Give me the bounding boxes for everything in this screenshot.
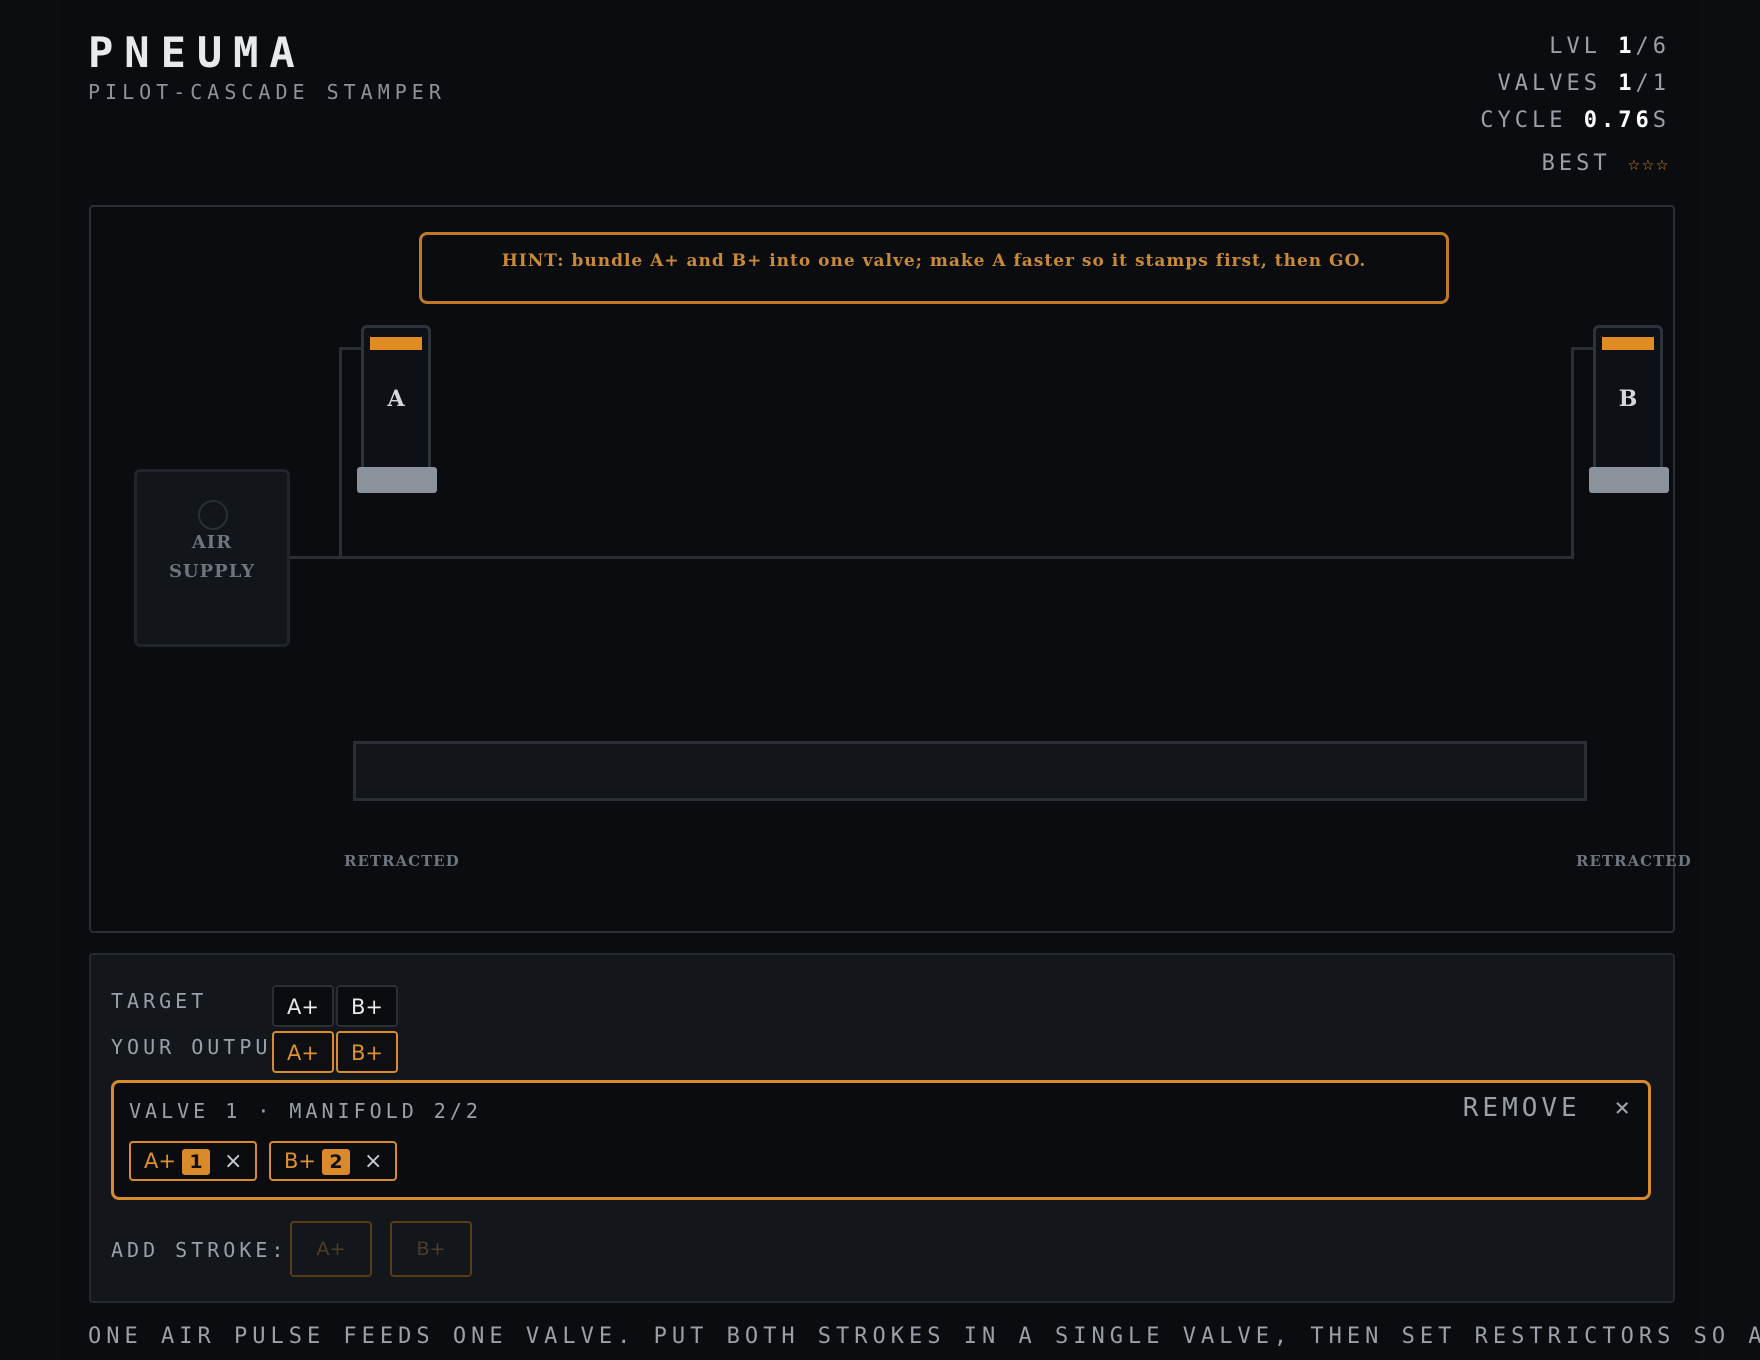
air-supply-line-2: SUPPLY [168, 561, 256, 582]
valves-stat: VALVES 1/1 [1480, 65, 1670, 102]
instructions-text: ONE AIR PULSE FEEDS ONE VALVE. PUT BOTH … [88, 1324, 1760, 1349]
cylinder-b-state: RETRACTED [1576, 852, 1692, 870]
stroke-label: A+ [144, 1149, 176, 1173]
close-icon: × [1614, 1093, 1634, 1123]
level-stat: LVL 1/6 [1480, 28, 1670, 65]
pipe-b-vertical [1571, 347, 1574, 559]
add-stroke-button[interactable]: B+ [390, 1221, 472, 1277]
cycle-stat: CYCLE 0.76S [1480, 102, 1670, 139]
best-label: BEST [1541, 151, 1611, 176]
air-supply-label: AIR SUPPLY [137, 528, 287, 586]
add-stroke-label: ADD STROKE: [111, 1238, 288, 1262]
restrictor-badge[interactable]: 2 [322, 1149, 351, 1175]
pressure-gauge-icon [198, 500, 228, 530]
valve-title: VALVE 1 · MANIFOLD 2/2 [129, 1099, 482, 1123]
stroke-pill[interactable]: B+ 2 × [269, 1141, 397, 1181]
cylinder-a[interactable]: A [361, 325, 431, 473]
valves-total: /1 [1635, 71, 1670, 96]
stroke-label: B+ [284, 1149, 317, 1173]
target-label: TARGET [111, 989, 208, 1013]
remove-valve-label: REMOVE [1462, 1093, 1581, 1123]
control-panel: TARGET A+ B+ YOUR OUTPUT A+ B+ VALVE 1 ·… [89, 953, 1675, 1303]
level-label: LVL [1549, 34, 1601, 59]
best-stat: BEST ☆☆☆ [1480, 145, 1670, 182]
air-supply: AIR SUPPLY [134, 469, 290, 647]
hint-box: HINT: bundle A+ and B+ into one valve; m… [419, 232, 1449, 304]
output-label: YOUR OUTPUT [111, 1035, 288, 1059]
level-subtitle: PILOT-CASCADE STAMPER [88, 80, 446, 104]
pipe-b-horizontal [1571, 347, 1593, 350]
cycle-unit: S [1652, 108, 1670, 133]
cylinder-a-cap [370, 337, 422, 350]
stroke-pill[interactable]: A+ 1 × [129, 1141, 257, 1181]
cycle-label: CYCLE [1480, 108, 1567, 133]
best-stars-icon: ☆☆☆ [1627, 151, 1670, 175]
workpiece-die [353, 741, 1587, 801]
target-chip: A+ [272, 985, 334, 1027]
level-total: /6 [1635, 34, 1670, 59]
output-chip: A+ [272, 1031, 334, 1073]
remove-valve-button[interactable]: REMOVE × [1463, 1093, 1634, 1123]
pipe-a-horizontal [339, 347, 361, 350]
cylinder-a-state: RETRACTED [344, 852, 460, 870]
circuit-board: HINT: bundle A+ and B+ into one valve; m… [89, 205, 1691, 933]
restrictor-badge[interactable]: 1 [181, 1149, 210, 1175]
close-icon[interactable]: × [224, 1149, 242, 1174]
level-current: 1 [1618, 34, 1636, 59]
cycle-value: 0.76 [1583, 108, 1653, 133]
output-chip: B+ [336, 1031, 398, 1073]
valve-card: VALVE 1 · MANIFOLD 2/2 REMOVE × A+ 1 × B+ 2… [111, 1080, 1651, 1200]
pipe-main [290, 556, 1573, 559]
add-stroke-button[interactable]: A+ [290, 1221, 372, 1277]
cylinder-b-cap [1602, 337, 1654, 350]
cylinder-b-label: B [1618, 386, 1638, 412]
cylinder-b[interactable]: B [1593, 325, 1663, 473]
stats-panel: LVL 1/6 VALVES 1/1 CYCLE 0.76S BEST ☆☆☆ [1480, 28, 1670, 182]
valves-label: VALVES [1497, 71, 1601, 96]
air-supply-line-1: AIR [191, 532, 233, 553]
game-title: PNEUMA [88, 28, 306, 77]
pipe-a-vertical [339, 347, 342, 559]
valves-current: 1 [1618, 71, 1636, 96]
close-icon[interactable]: × [364, 1149, 382, 1174]
cylinder-b-rod [1589, 467, 1669, 493]
cylinder-a-rod [357, 467, 437, 493]
cylinder-a-label: A [387, 386, 405, 412]
target-chip: B+ [336, 985, 398, 1027]
